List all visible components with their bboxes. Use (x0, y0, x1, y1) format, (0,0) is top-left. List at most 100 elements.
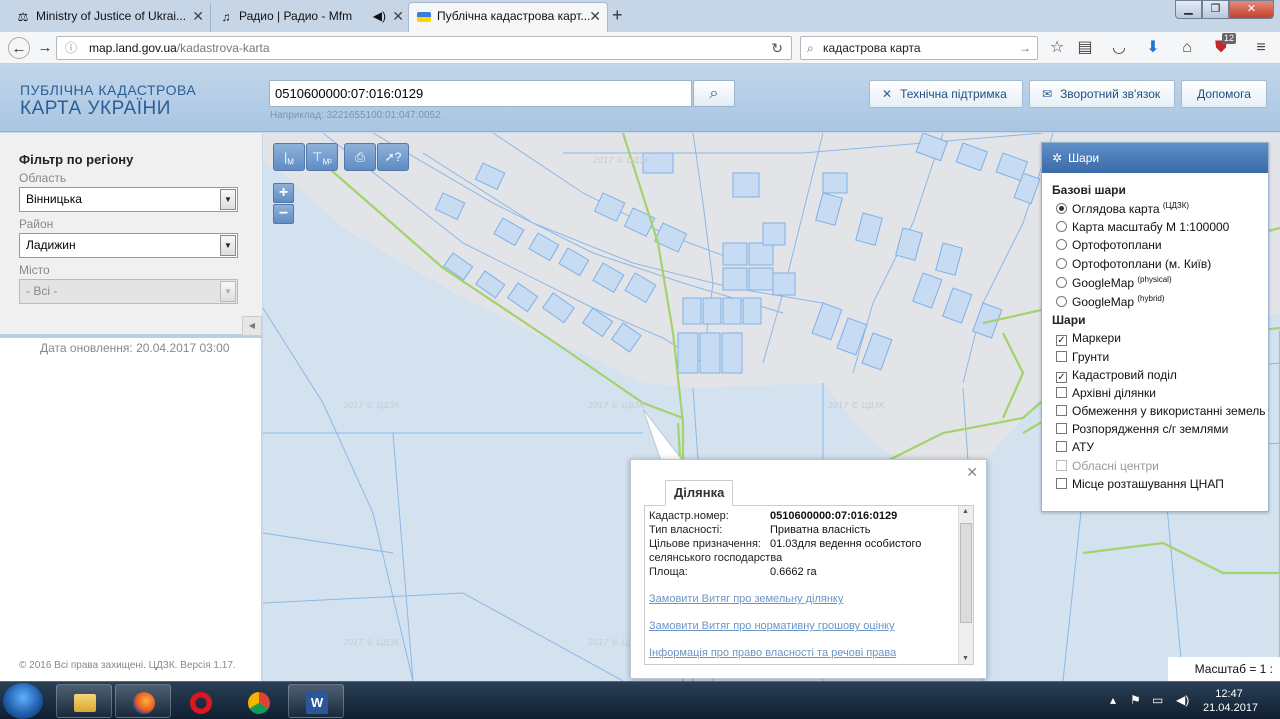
feedback-button[interactable]: ✉ Зворотний зв'язок (1029, 80, 1175, 108)
tab-cadastral-map[interactable]: Публічна кадастрова карт... ✕ (408, 2, 608, 32)
minimize-icon[interactable]: ▁ (1175, 0, 1202, 19)
base-layer-ortho[interactable]: Ортофотоплани (1056, 238, 1162, 252)
checkbox-icon[interactable] (1056, 351, 1067, 362)
base-layer-label: Ортофотоплани (1072, 238, 1162, 252)
identify-button[interactable]: ➚? (377, 143, 409, 171)
maximize-icon[interactable]: ❐ (1202, 0, 1229, 19)
taskbar-explorer[interactable] (56, 684, 112, 718)
bookmark-star-icon[interactable]: ☆ (1046, 37, 1068, 59)
layer-agri-disposal[interactable]: Розпорядження с/г землями (1056, 422, 1228, 436)
scroll-up-icon[interactable]: ▲ (962, 508, 969, 515)
action-center-flag-icon[interactable]: ⚑ (1130, 693, 1141, 707)
radio-icon[interactable] (1056, 258, 1067, 269)
downloads-icon[interactable]: ⬇ (1142, 37, 1164, 59)
map-scale: Масштаб = 1 : 8531 (1168, 657, 1280, 681)
popup-scrollbar[interactable]: ▲ ▼ (958, 506, 973, 664)
help-button[interactable]: Допомога (1181, 80, 1267, 108)
popup-tab-parcel[interactable]: Ділянка (665, 480, 734, 506)
checkbox-icon[interactable] (1056, 423, 1067, 434)
tray-expand-icon[interactable]: ▴ (1110, 693, 1116, 707)
browser-search-input[interactable]: ⌕ кадастрова карта → (800, 36, 1038, 60)
volume-icon[interactable]: ◀) (1176, 693, 1189, 707)
layer-restrictions[interactable]: Обмеження у використанні земель (1056, 404, 1265, 418)
tab-title: Публічна кадастрова карт... (437, 9, 591, 23)
purpose-value-cont: селянського господарства (649, 552, 783, 564)
forward-arrow-icon[interactable]: → (34, 37, 56, 59)
checkbox-icon[interactable] (1056, 387, 1067, 398)
base-layer-label: GoogleMap (1072, 295, 1135, 309)
pocket-icon[interactable]: ◡ (1108, 37, 1130, 59)
tab-ministry-of-justice[interactable]: ⚖ Ministry of Justice of Ukrai... ✕ (8, 3, 211, 32)
taskbar-opera[interactable] (172, 684, 228, 718)
base-layer-100000[interactable]: Карта масштабу М 1:100000 (1056, 220, 1229, 234)
print-button[interactable]: ⎙ (344, 143, 376, 171)
layer-cnap-location[interactable]: Місце розташування ЦНАП (1056, 477, 1224, 491)
checkbox-icon[interactable] (1056, 405, 1067, 416)
taskbar-chrome[interactable] (230, 684, 286, 718)
close-tab-icon[interactable]: ✕ (392, 3, 404, 30)
close-tab-icon[interactable]: ✕ (589, 3, 601, 30)
radio-selected-icon[interactable] (1056, 203, 1067, 214)
cadastral-search-input[interactable]: 0510600000:07:016:0129 (269, 80, 692, 107)
zoom-out-button[interactable]: − (273, 204, 294, 224)
scroll-thumb[interactable] (960, 523, 972, 623)
measure-length-unit: M (287, 157, 294, 167)
radio-icon[interactable] (1056, 296, 1067, 307)
url-bar[interactable]: ⓘ map.land.gov.ua/kadastrova-karta ↻ (56, 36, 792, 60)
base-layer-sup: (hybrid) (1137, 294, 1165, 303)
checkbox-checked-icon[interactable]: ✓ (1056, 335, 1067, 346)
checkbox-checked-icon[interactable]: ✓ (1056, 372, 1067, 383)
layer-cadastral-division[interactable]: ✓ Кадастровий поділ (1056, 368, 1177, 383)
dropdown-arrow-icon[interactable]: ▼ (220, 189, 236, 210)
tab-radio[interactable]: ♫ Радио | Радио - Mfm ◀) ✕ (211, 3, 411, 32)
tech-support-button[interactable]: ✕ Технічна підтримка (869, 80, 1023, 108)
checkbox-icon[interactable] (1056, 441, 1067, 452)
layers-header[interactable]: ✲ Шари (1042, 143, 1268, 173)
speaker-icon[interactable]: ◀) (373, 3, 386, 30)
search-button[interactable]: ⌕ (693, 80, 735, 107)
base-layer-overview[interactable]: Оглядова карта (ЦДЗК) (1056, 201, 1189, 216)
scroll-down-icon[interactable]: ▼ (962, 655, 969, 662)
new-tab-icon[interactable]: + (612, 5, 623, 26)
reload-icon[interactable]: ↻ (771, 37, 783, 59)
map-canvas[interactable]: 2017 © ЦДЗК 2017 © ЦДЗК 2017 © ЦДЗК 2017… (263, 133, 1280, 681)
checkbox-icon[interactable] (1056, 478, 1067, 489)
base-layer-ortho-kyiv[interactable]: Ортофотоплани (м. Київ) (1056, 257, 1211, 271)
order-valuation-link[interactable]: Замовити Витяг про нормативну грошову оц… (649, 620, 895, 632)
layer-atu[interactable]: АТУ (1056, 440, 1094, 454)
oblast-select[interactable]: Вінницька ▼ (19, 187, 238, 212)
menu-hamburger-icon[interactable]: ≡ (1250, 37, 1272, 59)
radio-icon[interactable] (1056, 239, 1067, 250)
close-popup-icon[interactable]: ✕ (966, 464, 978, 481)
base-layer-google-hybrid[interactable]: GoogleMap (hybrid) (1056, 294, 1165, 309)
info-icon[interactable]: ⓘ (65, 37, 77, 59)
ownership-info-link[interactable]: Інформація про право власності та речові… (649, 647, 896, 659)
network-icon[interactable]: ▭ (1152, 693, 1163, 707)
base-layer-google-physical[interactable]: GoogleMap (physical) (1056, 275, 1172, 290)
raion-select[interactable]: Ладижин ▼ (19, 233, 238, 258)
start-button[interactable] (3, 683, 43, 719)
layer-soils[interactable]: Грунти (1056, 350, 1109, 364)
taskbar-clock[interactable]: 12:47 21.04.2017 (1203, 687, 1258, 715)
reading-list-icon[interactable]: ▤ (1074, 37, 1096, 59)
dropdown-arrow-icon[interactable]: ▼ (220, 235, 236, 256)
back-arrow-icon[interactable]: ← (8, 37, 30, 59)
taskbar-firefox[interactable] (115, 684, 171, 718)
collapse-panel-icon[interactable]: ◀ (242, 316, 262, 336)
measure-length-button[interactable]: |M (273, 143, 305, 171)
radio-icon[interactable] (1056, 277, 1067, 288)
layer-markers[interactable]: ✓ Маркери (1056, 331, 1121, 346)
order-extract-link[interactable]: Замовити Витяг про земельну ділянку (649, 593, 843, 605)
close-window-icon[interactable]: ✕ (1229, 0, 1274, 19)
search-go-arrow-icon[interactable]: → (1019, 37, 1031, 59)
taskbar-word[interactable]: W (288, 684, 344, 718)
close-tab-icon[interactable]: ✕ (192, 3, 204, 30)
layer-label: Кадастровий поділ (1072, 368, 1177, 382)
radio-icon[interactable] (1056, 221, 1067, 232)
site-logo[interactable]: ПУБЛІЧНА КАДАСТРОВА КАРТА УКРАЇНИ (20, 83, 196, 120)
layer-archive-plots[interactable]: Архівні ділянки (1056, 386, 1156, 400)
windows-taskbar: W ▴ ⚑ ▭ ◀) 12:47 21.04.2017 (0, 681, 1280, 719)
home-icon[interactable]: ⌂ (1176, 37, 1198, 59)
measure-area-button[interactable]: ⊤M² (306, 143, 338, 171)
zoom-in-button[interactable]: + (273, 183, 294, 203)
